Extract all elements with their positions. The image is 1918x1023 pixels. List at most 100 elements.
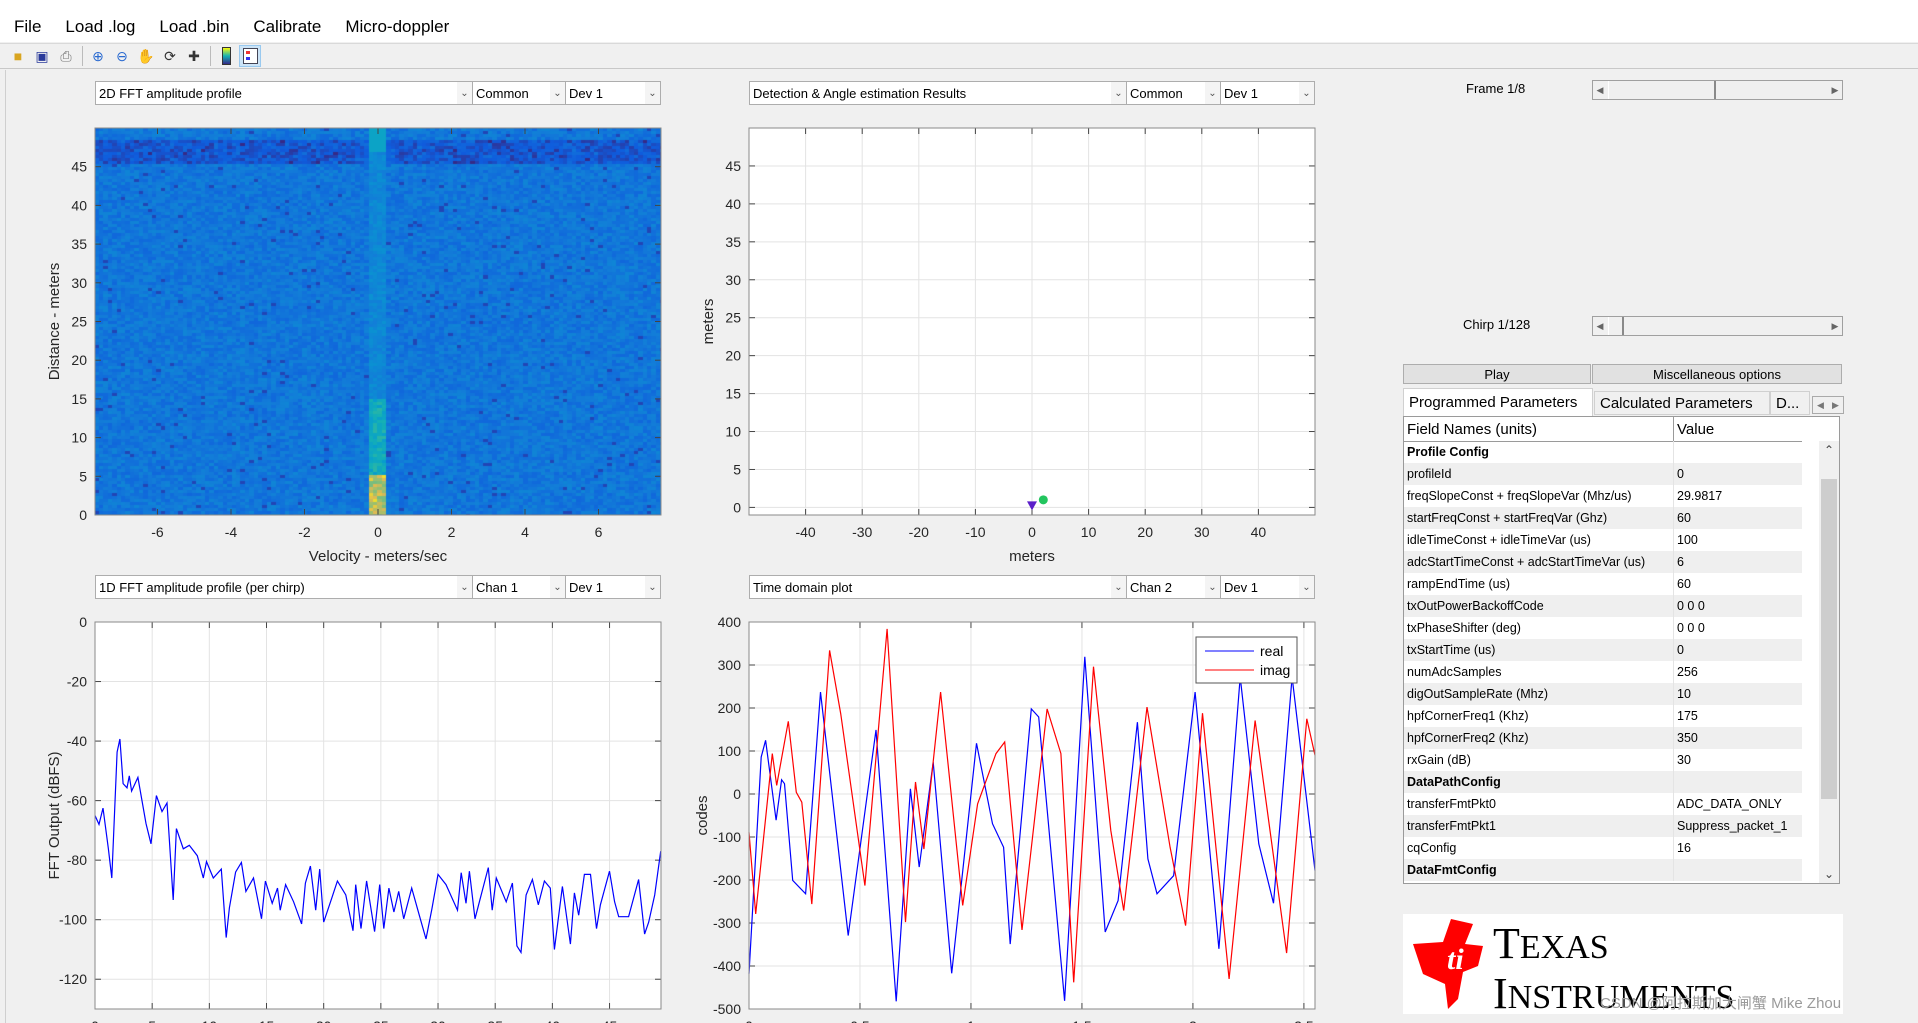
- table-row[interactable]: idleTimeConst + idleTimeVar (us) 100: [1404, 529, 1802, 551]
- table-row[interactable]: numAdcSamples 256: [1404, 661, 1802, 683]
- slider-right-arrow-icon[interactable]: ▶: [1828, 81, 1842, 99]
- y-tick-label: 100: [718, 743, 742, 759]
- table-row[interactable]: txOutPowerBackoffCode 0 0 0: [1404, 595, 1802, 617]
- play-button[interactable]: Play: [1403, 364, 1591, 384]
- field-name-cell: adcStartTimeConst + adcStartTimeVar (us): [1404, 551, 1674, 573]
- value-cell: 29.9817: [1677, 489, 1723, 503]
- x-tick-label: 2: [448, 524, 456, 540]
- tab-scroll-right-icon[interactable]: ▶: [1832, 400, 1839, 411]
- field-name-cell: profileId: [1404, 463, 1674, 485]
- y-tick-label: 0: [79, 614, 87, 630]
- y-tick-label: -40: [67, 733, 87, 749]
- chirp-slider-thumb[interactable]: [1608, 317, 1624, 335]
- field-name-cell: freqSlopeConst + freqSlopeVar (Mhz/us): [1404, 485, 1674, 507]
- x-tick-label: 30: [430, 1018, 446, 1023]
- value-cell: 60: [1677, 511, 1691, 525]
- y-tick-label: 0: [79, 507, 87, 523]
- y-tick-label: -80: [67, 852, 87, 868]
- axes-3: 0 5 10 15 20 25 30 35 40 45 0 -20 -40 -60 -80 -100 -120 F…: [46, 614, 662, 1023]
- value-cell: 60: [1677, 577, 1691, 591]
- x-tick-label: 0: [1028, 524, 1036, 540]
- y-tick-label: -100: [713, 829, 741, 845]
- y-tick-label: 0: [733, 499, 741, 515]
- value-cell: 350: [1677, 731, 1698, 745]
- x-tick-label: -40: [795, 524, 815, 540]
- scroll-up-icon[interactable]: ⌃: [1819, 441, 1839, 459]
- x-tick-label: -6: [151, 524, 164, 540]
- tab-calculated-parameters[interactable]: Calculated Parameters: [1594, 391, 1770, 415]
- table-section-row[interactable]: Profile Config: [1404, 441, 1802, 463]
- table-row[interactable]: txPhaseShifter (deg) 0 0 0: [1404, 617, 1802, 639]
- y-axis-label: codes: [694, 795, 711, 835]
- x-tick-label: 10: [1081, 524, 1097, 540]
- table-row[interactable]: startFreqConst + startFreqVar (Ghz) 60: [1404, 507, 1802, 529]
- x-tick-label: 40: [1251, 524, 1267, 540]
- svg-text:ti: ti: [1447, 943, 1464, 976]
- y-tick-label: 400: [718, 614, 742, 630]
- tab-scroll-buttons[interactable]: ◀ ▶: [1812, 396, 1844, 414]
- table-row[interactable]: hpfCornerFreq1 (Khz) 175: [1404, 705, 1802, 727]
- table-row[interactable]: profileId 0: [1404, 463, 1802, 485]
- table-row[interactable]: txStartTime (us) 0: [1404, 639, 1802, 661]
- x-tick-label: 1.5: [1072, 1018, 1092, 1023]
- table-row[interactable]: rampEndTime (us) 60: [1404, 573, 1802, 595]
- y-tick-label: 35: [725, 234, 741, 250]
- scrollbar-thumb[interactable]: [1821, 479, 1837, 799]
- value-cell: [1674, 771, 1677, 793]
- slider-left-arrow-icon[interactable]: ◀: [1593, 317, 1607, 335]
- x-tick-label: 0.5: [850, 1018, 870, 1023]
- y-axis-label: meters: [700, 299, 717, 345]
- y-tick-label: 30: [71, 275, 87, 291]
- x-tick-label: 0: [91, 1018, 99, 1023]
- y-tick-label: -200: [713, 872, 741, 888]
- table-row[interactable]: hpfCornerFreq2 (Khz) 350: [1404, 727, 1802, 749]
- x-tick-label: -2: [298, 524, 311, 540]
- y-tick-label: -100: [59, 912, 87, 928]
- table-row[interactable]: digOutSampleRate (Mhz) 10: [1404, 683, 1802, 705]
- y-tick-label: 300: [718, 657, 742, 673]
- field-name-cell: idleTimeConst + idleTimeVar (us): [1404, 529, 1674, 551]
- value-cell: 0 0 0: [1677, 621, 1705, 635]
- table-row[interactable]: freqSlopeConst + freqSlopeVar (Mhz/us) 29…: [1404, 485, 1802, 507]
- x-tick-label: 25: [373, 1018, 389, 1023]
- table-section-row[interactable]: DataPathConfig: [1404, 771, 1802, 793]
- slider-left-arrow-icon[interactable]: ◀: [1593, 81, 1607, 99]
- column-header-value[interactable]: Value: [1674, 417, 1802, 441]
- slider-right-arrow-icon[interactable]: ▶: [1828, 317, 1842, 335]
- table-row[interactable]: transferFmtPkt0 ADC_DATA_ONLY: [1404, 793, 1802, 815]
- misc-options-button[interactable]: Miscellaneous options: [1592, 364, 1842, 384]
- scroll-down-icon[interactable]: ⌄: [1819, 865, 1839, 883]
- value-cell: [1674, 441, 1677, 463]
- x-tick-label: 0: [374, 524, 382, 540]
- field-name-cell: digOutSampleRate (Mhz): [1404, 683, 1674, 705]
- chirp-slider[interactable]: ◀ ▶: [1592, 316, 1843, 336]
- table-scrollbar[interactable]: ⌃ ⌄: [1819, 441, 1839, 883]
- x-tick-label: 5: [148, 1018, 156, 1023]
- column-header-field-names[interactable]: Field Names (units): [1404, 417, 1674, 441]
- table-row[interactable]: transferFmtPkt1 Suppress_packet_1: [1404, 815, 1802, 837]
- field-name-cell: startFreqConst + startFreqVar (Ghz): [1404, 507, 1674, 529]
- table-row[interactable]: adcStartTimeConst + adcStartTimeVar (us)…: [1404, 551, 1802, 573]
- y-tick-label: 5: [79, 468, 87, 484]
- y-tick-label: -400: [713, 958, 741, 974]
- frame-slider[interactable]: ◀ ▶: [1592, 80, 1843, 100]
- y-tick-label: -60: [67, 793, 87, 809]
- x-tick-label: -20: [909, 524, 929, 540]
- table-section-row[interactable]: DataFmtConfig: [1404, 859, 1802, 881]
- table-row[interactable]: cqConfig 16: [1404, 837, 1802, 859]
- tab-more[interactable]: D...: [1770, 391, 1810, 415]
- frame-slider-thumb[interactable]: [1608, 81, 1716, 99]
- legend[interactable]: real imag: [1195, 636, 1298, 684]
- axes-frame: [94, 127, 662, 516]
- x-tick-label: 2: [1189, 1018, 1197, 1023]
- tab-programmed-parameters[interactable]: Programmed Parameters: [1403, 388, 1593, 416]
- x-tick-label: -10: [965, 524, 985, 540]
- tab-scroll-left-icon[interactable]: ◀: [1817, 400, 1824, 411]
- x-tick-label: -4: [225, 524, 238, 540]
- x-tick-label: 4: [521, 524, 529, 540]
- y-tick-label: -20: [67, 674, 87, 690]
- table-row[interactable]: rxGain (dB) 30: [1404, 749, 1802, 771]
- x-axis-label: Velocity - meters/sec: [309, 548, 448, 565]
- value-cell: 100: [1677, 533, 1698, 547]
- x-tick-label: 45: [602, 1018, 618, 1023]
